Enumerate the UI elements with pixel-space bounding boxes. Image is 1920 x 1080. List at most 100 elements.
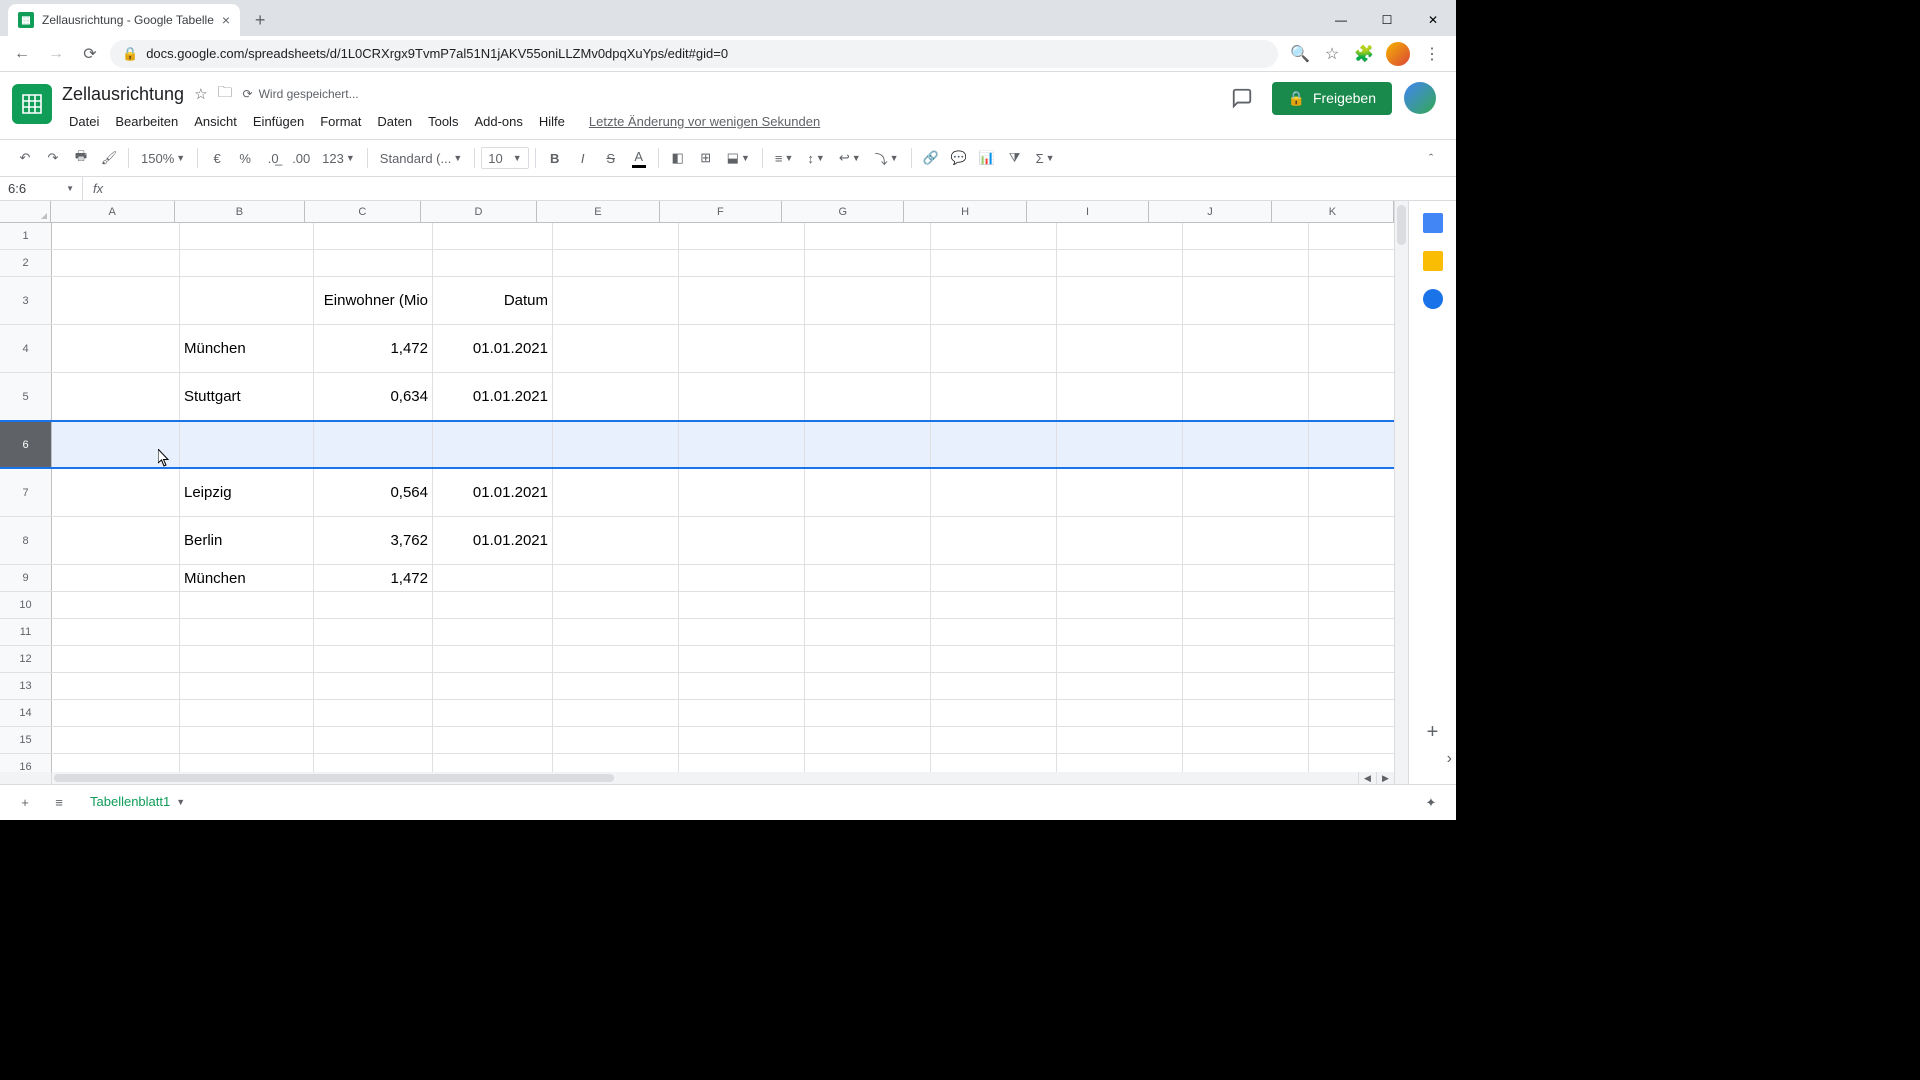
select-all-corner[interactable] [0,201,51,222]
row-header-5[interactable]: 5 [0,373,52,420]
cell-A10[interactable] [52,592,180,618]
cell-C13[interactable] [314,673,433,699]
doc-title[interactable]: Zellausrichtung [62,84,184,105]
sheet-tab[interactable]: Tabellenblatt1 ▼ [78,788,197,817]
cell-C5[interactable]: 0,634 [314,373,433,420]
menu-tools[interactable]: Tools [421,110,465,133]
cell-C2[interactable] [314,250,433,276]
cell-J14[interactable] [1183,700,1309,726]
cell-F14[interactable] [679,700,805,726]
cell-E9[interactable] [553,565,679,591]
cell-C11[interactable] [314,619,433,645]
cell-B8[interactable]: Berlin [180,517,314,564]
insert-link-button[interactable]: 🔗 [918,145,944,171]
keep-addon-icon[interactable] [1423,251,1443,271]
row-header-13[interactable]: 13 [0,673,52,699]
cell-K4[interactable] [1309,325,1394,372]
cell-A14[interactable] [52,700,180,726]
cell-B7[interactable]: Leipzig [180,469,314,516]
cell-G8[interactable] [805,517,931,564]
cell-F12[interactable] [679,646,805,672]
cell-F6[interactable] [679,421,805,468]
cell-F5[interactable] [679,373,805,420]
cell-B13[interactable] [180,673,314,699]
row-header-1[interactable]: 1 [0,223,52,249]
redo-button[interactable]: ↷ [40,145,66,171]
cell-C3[interactable]: Einwohner (Mio [314,277,433,324]
cell-K12[interactable] [1309,646,1394,672]
currency-button[interactable]: € [204,145,230,171]
cell-D1[interactable] [433,223,553,249]
cell-A15[interactable] [52,727,180,753]
col-header-C[interactable]: C [305,201,421,222]
cell-H1[interactable] [931,223,1057,249]
cell-J8[interactable] [1183,517,1309,564]
close-tab-icon[interactable]: × [222,12,230,28]
cell-A1[interactable] [52,223,180,249]
cell-J7[interactable] [1183,469,1309,516]
italic-button[interactable]: I [570,145,596,171]
cell-I10[interactable] [1057,592,1183,618]
profile-avatar[interactable] [1386,42,1410,66]
menu-format[interactable]: Format [313,110,368,133]
cell-F11[interactable] [679,619,805,645]
cell-A6[interactable] [52,421,180,468]
col-header-A[interactable]: A [51,201,175,222]
cell-J4[interactable] [1183,325,1309,372]
cell-F1[interactable] [679,223,805,249]
cell-D12[interactable] [433,646,553,672]
cell-F10[interactable] [679,592,805,618]
cell-E8[interactable] [553,517,679,564]
horizontal-align-dropdown[interactable]: ≡▼ [769,151,800,166]
add-sheet-button[interactable]: + [10,788,40,818]
cell-F8[interactable] [679,517,805,564]
number-format-dropdown[interactable]: 123▼ [316,151,361,166]
cell-J9[interactable] [1183,565,1309,591]
bold-button[interactable]: B [542,145,568,171]
text-wrap-dropdown[interactable]: ↩▼ [833,150,867,166]
cell-J1[interactable] [1183,223,1309,249]
col-header-G[interactable]: G [782,201,904,222]
menu-edit[interactable]: Bearbeiten [108,110,185,133]
cell-H2[interactable] [931,250,1057,276]
cell-F13[interactable] [679,673,805,699]
cell-K6[interactable] [1309,421,1394,468]
cell-C12[interactable] [314,646,433,672]
cell-I1[interactable] [1057,223,1183,249]
cell-H11[interactable] [931,619,1057,645]
cell-B10[interactable] [180,592,314,618]
cell-A4[interactable] [52,325,180,372]
cell-D10[interactable] [433,592,553,618]
last-edit-link[interactable]: Letzte Änderung vor wenigen Sekunden [582,110,827,133]
cell-B15[interactable] [180,727,314,753]
row-header-4[interactable]: 4 [0,325,52,372]
cell-E6[interactable] [553,421,679,468]
cell-D16[interactable] [433,754,553,772]
sheets-logo[interactable] [12,84,52,124]
cell-H3[interactable] [931,277,1057,324]
row-header-10[interactable]: 10 [0,592,52,618]
cell-D15[interactable] [433,727,553,753]
cell-J10[interactable] [1183,592,1309,618]
cell-A9[interactable] [52,565,180,591]
cell-E4[interactable] [553,325,679,372]
cell-G4[interactable] [805,325,931,372]
cell-B6[interactable] [180,421,314,468]
cell-C8[interactable]: 3,762 [314,517,433,564]
cell-I6[interactable] [1057,421,1183,468]
cell-F15[interactable] [679,727,805,753]
vertical-scrollbar[interactable] [1394,201,1408,784]
cell-A11[interactable] [52,619,180,645]
move-icon[interactable]: 🗀 [218,82,233,107]
insert-comment-button[interactable]: 💬 [946,145,972,171]
paint-format-button[interactable]: 🖌 [96,145,122,171]
menu-insert[interactable]: Einfügen [246,110,311,133]
browser-tab[interactable]: ▦ Zellausrichtung - Google Tabelle × [8,4,240,36]
cell-G16[interactable] [805,754,931,772]
spreadsheet-grid[interactable]: 123Einwohner (MioDatum4München1,47201.01… [0,223,1394,772]
decrease-decimal-button[interactable]: .0̲ [260,145,286,171]
cell-D4[interactable]: 01.01.2021 [433,325,553,372]
cell-H7[interactable] [931,469,1057,516]
merge-cells-dropdown[interactable]: ⬓▼ [721,150,756,166]
cell-G15[interactable] [805,727,931,753]
